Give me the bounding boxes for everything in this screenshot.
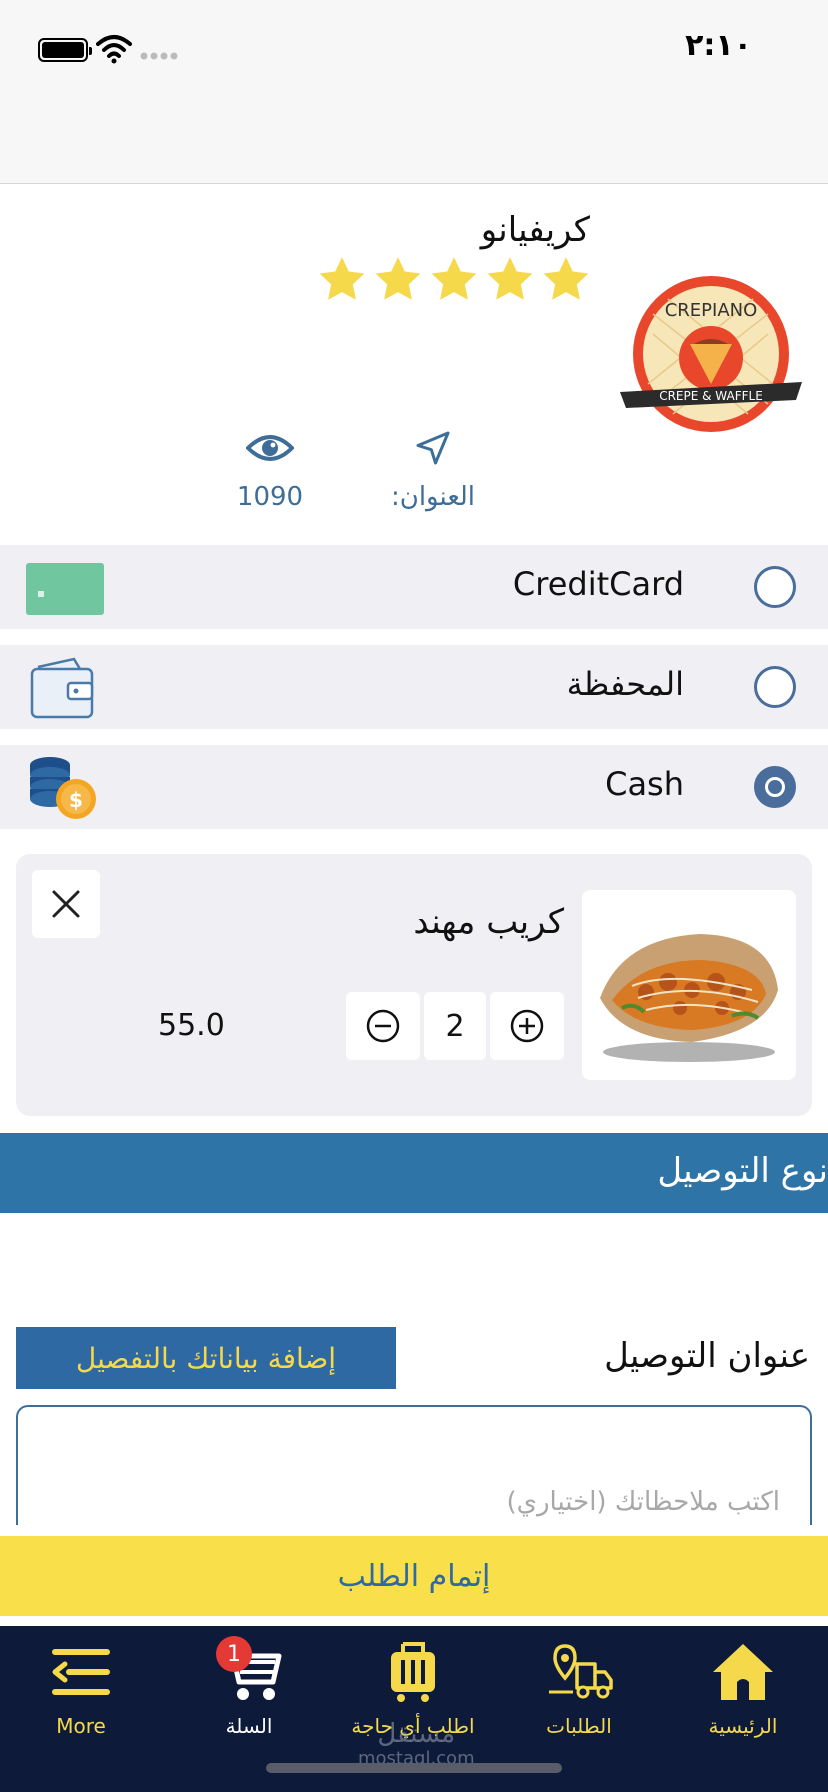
delivery-type-title: نوع التوصيل <box>657 1151 828 1191</box>
svg-text:$: $ <box>69 788 83 812</box>
decrease-button[interactable] <box>346 992 420 1060</box>
tab-more[interactable]: More <box>6 1636 156 1738</box>
payment-option-cash[interactable]: $ Cash <box>0 745 828 829</box>
item-price: 55.0 <box>158 1008 225 1043</box>
watermark-arabic: مستقل <box>377 1719 456 1749</box>
store-name: كريفيانو <box>480 210 590 250</box>
remove-item-button[interactable] <box>32 870 100 938</box>
tab-home[interactable]: الرئيسية <box>668 1636 818 1738</box>
rating-stars <box>316 254 592 306</box>
shopping-bag-icon <box>391 1642 435 1702</box>
quantity-stepper: 2 <box>346 992 564 1060</box>
notes-placeholder: اكتب ملاحظاتك (اختياري) <box>506 1487 780 1517</box>
payment-option-creditcard[interactable]: CreditCard <box>0 545 828 629</box>
store-logo: CREPIANO CREPE & WAFFLE <box>620 276 802 432</box>
star-icon <box>431 257 477 300</box>
star-icon <box>375 257 421 300</box>
battery-icon <box>38 38 92 62</box>
wallet-icon <box>30 657 94 719</box>
add-details-button[interactable]: إضافة بياناتك بالتفصيل <box>16 1327 396 1389</box>
tab-label: الرئيسية <box>708 1714 778 1738</box>
menu-icon <box>52 1649 110 1695</box>
logo-banner-text: CREPE & WAFFLE <box>659 389 763 403</box>
delivery-type-header: نوع التوصيل <box>0 1133 828 1213</box>
increase-button[interactable] <box>490 992 564 1060</box>
views-count: 1090 <box>236 482 304 512</box>
address-label: العنوان: <box>390 482 476 512</box>
item-image <box>582 890 796 1080</box>
minus-circle-icon <box>366 1009 400 1043</box>
delivery-truck-icon <box>549 1644 613 1699</box>
tab-label: الطلبات <box>546 1714 612 1738</box>
notes-field[interactable]: اكتب ملاحظاتك (اختياري) <box>16 1405 812 1525</box>
wifi-icon <box>96 35 132 64</box>
cart-count-badge: 1 <box>216 1636 252 1672</box>
watermark: مستقل mostaql.com <box>358 1720 475 1768</box>
home-indicator[interactable] <box>266 1763 562 1773</box>
payment-label: المحفظة <box>566 665 684 703</box>
payment-option-wallet[interactable]: المحفظة <box>0 645 828 729</box>
coins-icon: $ <box>30 757 96 819</box>
close-icon <box>52 890 80 918</box>
cart-item-card: كريب مهند 2 55.0 <box>16 854 812 1116</box>
status-bar: ٢:١٠ <box>0 0 828 184</box>
radio-button[interactable] <box>754 566 796 608</box>
clock: ٢:١٠ <box>685 28 752 63</box>
logo-text: CREPIANO <box>665 300 758 321</box>
payment-label: Cash <box>605 765 684 803</box>
views-counter: 1090 <box>220 428 320 512</box>
star-icon <box>319 257 365 300</box>
quantity-value: 2 <box>424 992 486 1060</box>
signal-icon <box>140 52 178 60</box>
delivery-address-title: عنوان التوصيل <box>604 1336 810 1376</box>
star-icon <box>487 257 533 300</box>
eye-icon <box>246 435 294 461</box>
item-name: كريب مهند <box>413 902 564 942</box>
tab-label: السلة <box>225 1714 273 1738</box>
tab-cart[interactable]: 1 السلة <box>174 1636 324 1738</box>
star-icon <box>543 257 589 300</box>
credit-card-icon <box>26 563 104 615</box>
submit-order-button[interactable]: إتمام الطلب <box>0 1536 828 1616</box>
address-link[interactable]: العنوان: <box>378 428 488 512</box>
payment-label: CreditCard <box>512 565 684 603</box>
radio-button[interactable] <box>754 666 796 708</box>
navigation-arrow-icon <box>416 431 450 465</box>
plus-circle-icon <box>510 1009 544 1043</box>
radio-button-selected[interactable] <box>754 766 796 808</box>
home-icon <box>713 1644 773 1700</box>
tab-orders[interactable]: الطلبات <box>504 1636 654 1738</box>
tab-label: More <box>56 1714 106 1738</box>
